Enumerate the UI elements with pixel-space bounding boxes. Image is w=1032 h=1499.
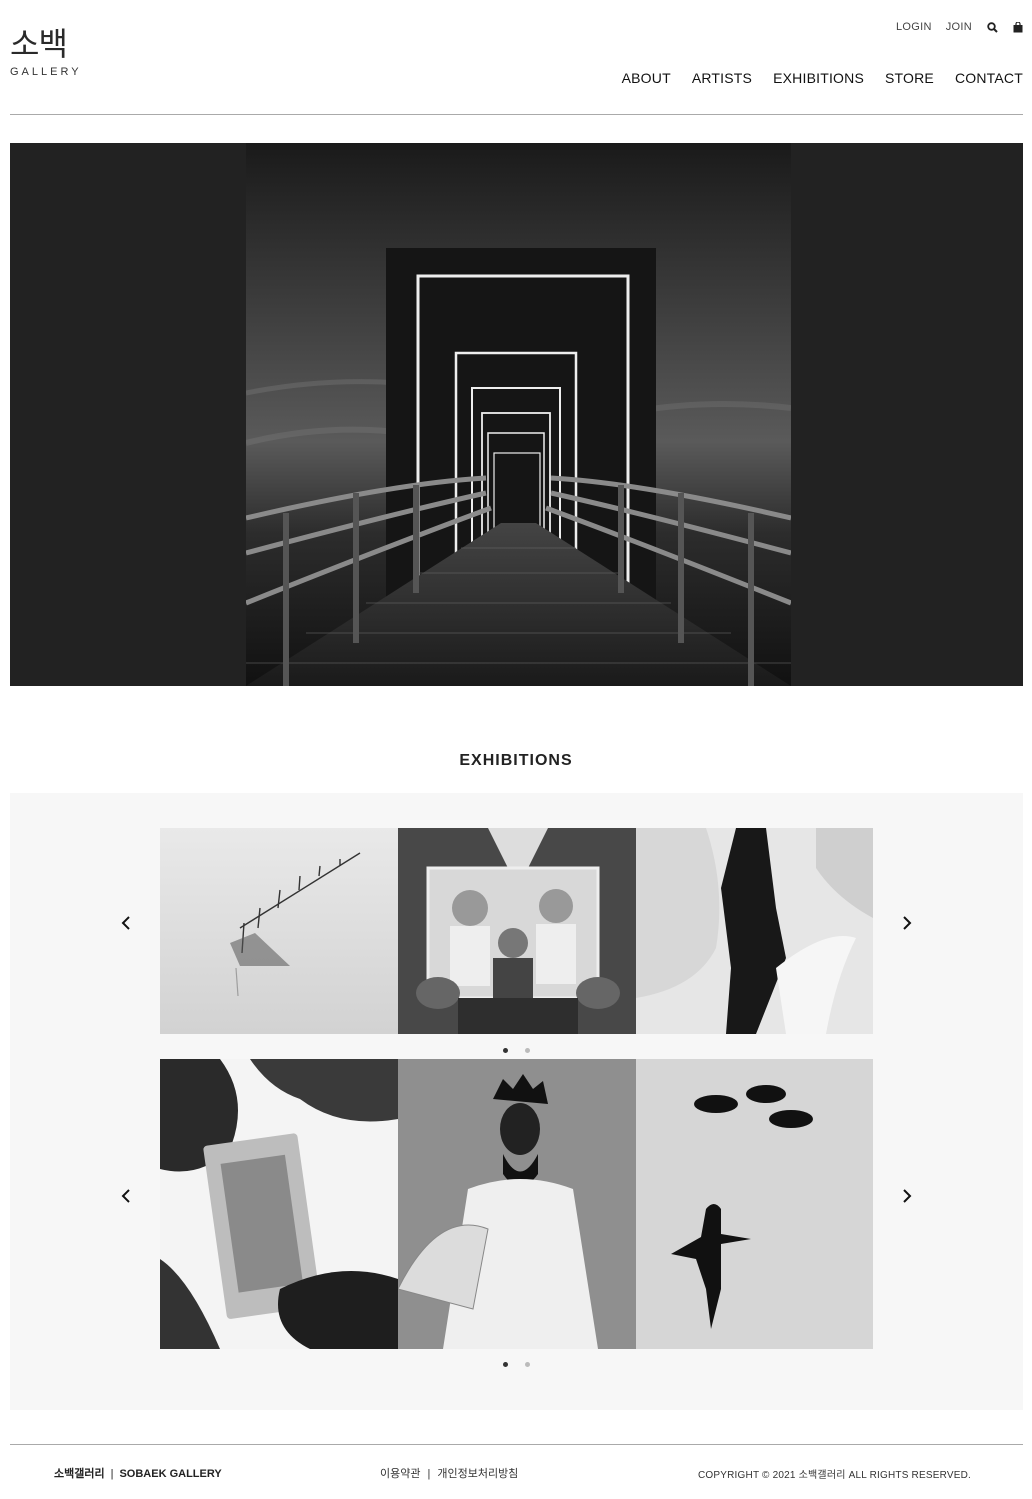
logo-korean: 소백 bbox=[10, 25, 68, 63]
login-link[interactable]: LOGIN bbox=[896, 21, 932, 33]
header-divider bbox=[10, 114, 1023, 115]
nav-artists[interactable]: ARTISTS bbox=[692, 70, 752, 86]
search-icon[interactable] bbox=[986, 20, 998, 34]
slider-1-prev-button[interactable] bbox=[116, 911, 136, 935]
footer-brand: 소백갤러리 | SOBAEK GALLERY bbox=[54, 1465, 222, 1481]
slider-1-dot-1[interactable] bbox=[503, 1048, 508, 1053]
nav-about[interactable]: ABOUT bbox=[622, 70, 671, 86]
logo[interactable]: 소백 GALLERY bbox=[10, 26, 80, 78]
exhibition-tile-ice[interactable] bbox=[636, 828, 873, 1034]
footer-name-ko: 소백갤러리 bbox=[54, 1468, 105, 1480]
slider-2-dot-1[interactable] bbox=[503, 1362, 508, 1367]
exhibitions-title: EXHIBITIONS bbox=[459, 752, 573, 769]
exhibition-tile-fence[interactable] bbox=[160, 828, 398, 1034]
footer-name-en: SOBAEK GALLERY bbox=[119, 1468, 222, 1480]
slider-2-pagination bbox=[503, 1362, 530, 1367]
slider-2-dot-2[interactable] bbox=[525, 1362, 530, 1367]
footer-divider bbox=[10, 1444, 1023, 1445]
nav-exhibitions[interactable]: EXHIBITIONS bbox=[773, 70, 864, 86]
main-nav: ABOUT ARTISTS EXHIBITIONS STORE CONTACT bbox=[622, 70, 1023, 86]
nav-store[interactable]: STORE bbox=[885, 70, 934, 86]
slider-1-next-button[interactable] bbox=[897, 911, 917, 935]
exhibition-tile-film[interactable] bbox=[160, 1059, 398, 1349]
footer-links: 이용약관 | 개인정보처리방침 bbox=[380, 1465, 518, 1481]
chevron-right-icon bbox=[903, 1189, 912, 1203]
hero-image bbox=[246, 143, 791, 686]
hero-banner bbox=[10, 143, 1023, 686]
chevron-left-icon bbox=[121, 916, 130, 930]
nav-contact[interactable]: CONTACT bbox=[955, 70, 1023, 86]
privacy-link[interactable]: 개인정보처리방침 bbox=[437, 1468, 518, 1480]
exhibition-tile-mask-dancer[interactable] bbox=[398, 1059, 636, 1349]
utility-nav: LOGIN JOIN bbox=[896, 20, 1024, 34]
copyright: COPYRIGHT © 2021 소백갤러리 ALL RIGHTS RESERV… bbox=[698, 1470, 971, 1481]
footer-separator: | bbox=[110, 1468, 114, 1480]
slider-2-next-button[interactable] bbox=[897, 1184, 917, 1208]
exhibition-tile-portrait[interactable] bbox=[398, 828, 636, 1034]
chevron-left-icon bbox=[121, 1189, 130, 1203]
bag-icon[interactable] bbox=[1012, 20, 1024, 34]
exhibition-tile-swimmer[interactable] bbox=[636, 1059, 873, 1349]
logo-english: GALLERY bbox=[10, 66, 82, 78]
terms-link[interactable]: 이용약관 bbox=[380, 1468, 420, 1480]
slider-1-dot-2[interactable] bbox=[525, 1048, 530, 1053]
join-link[interactable]: JOIN bbox=[946, 21, 972, 33]
footer-link-separator: | bbox=[427, 1468, 431, 1480]
slider-1-pagination bbox=[503, 1048, 530, 1053]
chevron-right-icon bbox=[903, 916, 912, 930]
slider-2-prev-button[interactable] bbox=[116, 1184, 136, 1208]
